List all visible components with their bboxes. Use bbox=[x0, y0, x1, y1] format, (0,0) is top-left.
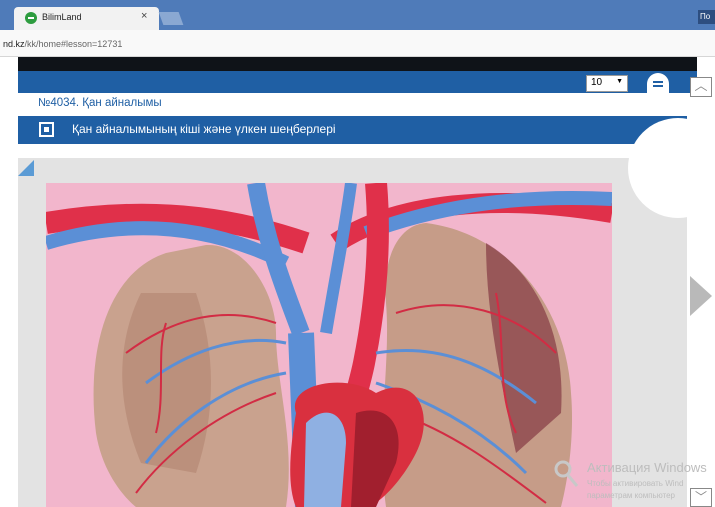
site-top-strip bbox=[18, 57, 697, 71]
dropdown-arrow-icon: ▼ bbox=[616, 78, 623, 85]
panel-corner-icon bbox=[18, 160, 34, 176]
lungs-heart-illustration bbox=[46, 183, 612, 507]
circulation-illustration-svg bbox=[46, 183, 612, 507]
menu-line bbox=[653, 85, 663, 87]
url-host: nd.kz bbox=[3, 39, 25, 49]
menu-line bbox=[653, 81, 663, 83]
url-path: /kk/home#lesson=12731 bbox=[24, 39, 123, 49]
page-number-select[interactable]: 10 ▼ bbox=[586, 75, 628, 92]
scroll-up-button[interactable]: ︿ bbox=[690, 77, 712, 97]
tab-title: BilimLand bbox=[42, 12, 82, 22]
url-text[interactable]: nd.kz/kk/home#lesson=12731 bbox=[3, 39, 122, 49]
watermark-line-2: параметрам компьютер bbox=[587, 491, 675, 500]
topic-checkbox-icon[interactable] bbox=[39, 122, 54, 137]
lesson-title: №4034. Қан айналымы bbox=[38, 97, 162, 109]
bilimland-favicon-icon bbox=[25, 12, 37, 24]
window-corner-button[interactable]: По bbox=[698, 10, 715, 24]
topic-title: Қан айналымының кіші және үлкен шеңберле… bbox=[72, 122, 336, 136]
scroll-down-button[interactable]: ﹀ bbox=[690, 488, 712, 507]
new-tab-button[interactable] bbox=[158, 12, 184, 25]
address-bar[interactable]: nd.kz/kk/home#lesson=12731 bbox=[0, 30, 715, 57]
browser-tab[interactable]: BilimLand × bbox=[14, 7, 159, 30]
watermark-title: Активация Windows bbox=[587, 460, 707, 475]
menu-icon bbox=[647, 73, 669, 93]
tab-close-icon[interactable]: × bbox=[141, 10, 147, 22]
next-slide-arrow-icon[interactable] bbox=[690, 276, 712, 316]
key-icon bbox=[554, 460, 579, 487]
menu-button[interactable] bbox=[647, 73, 669, 93]
watermark-line-1: Чтобы активировать Wind bbox=[587, 479, 684, 488]
browser-tab-bar: BilimLand × По bbox=[0, 0, 715, 30]
page-number-value: 10 bbox=[591, 77, 603, 88]
